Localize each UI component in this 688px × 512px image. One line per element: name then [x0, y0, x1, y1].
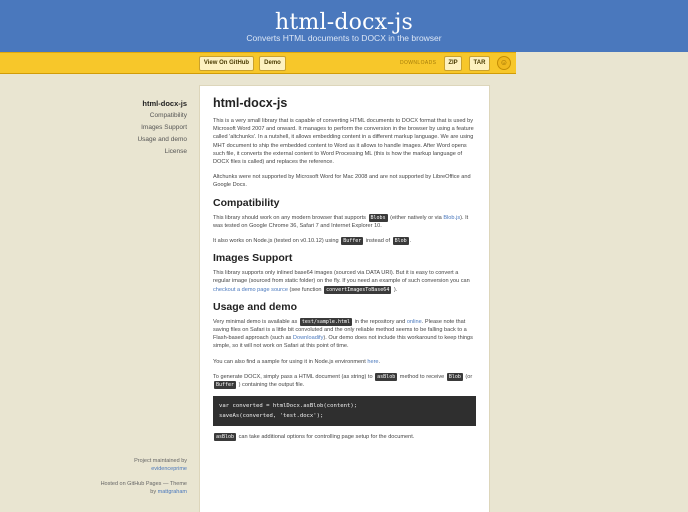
theme-author-link[interactable]: mattgraham	[158, 489, 187, 495]
site-header: html-docx-js Converts HTML documents to …	[0, 0, 688, 52]
compatibility-heading: Compatibility	[213, 196, 280, 209]
page-title: html-docx-js	[213, 96, 288, 110]
usage-paragraph-3: To generate DOCX, simply pass a HTML doc…	[213, 372, 473, 390]
node-sample-link[interactable]: here	[367, 359, 378, 365]
view-on-github-button[interactable]: View On GitHub	[199, 56, 254, 71]
intro-paragraph: This is a very small library that is cap…	[213, 118, 474, 166]
buffer-code-2: Buffer	[214, 381, 237, 390]
tar-download-button[interactable]: TAR	[469, 56, 490, 71]
sidebar-item-html-docx-js[interactable]: html-docx-js	[110, 98, 187, 110]
by-text: by	[150, 488, 157, 495]
demo-source-link[interactable]: checkout a demo page source	[213, 287, 288, 293]
code-line-1: var converted = htmlDocx.asBlob(content)…	[219, 403, 358, 410]
hosted-on-text: Hosted on GitHub Pages — Theme	[100, 481, 187, 487]
main-content: html-docx-js This is a very small librar…	[199, 85, 490, 512]
blobjs-link[interactable]: Blob.js	[443, 215, 460, 221]
compatibility-paragraph-2: It also works on Node.js (tested on v0.1…	[213, 237, 412, 246]
online-link[interactable]: online	[407, 319, 422, 325]
zip-download-button[interactable]: ZIP	[444, 56, 462, 71]
site-subtitle: Converts HTML documents to DOCX in the b…	[246, 33, 442, 43]
usage-paragraph-4: asBlob can take additional options for c…	[214, 433, 415, 442]
buffer-code: Buffer	[341, 237, 364, 246]
blob-code: Blob	[392, 237, 409, 246]
sidebar-item-license[interactable]: License	[110, 146, 187, 158]
blobs-code: Blobs	[368, 213, 388, 222]
maintained-by-text: Project maintained by	[134, 458, 187, 464]
sidebar-item-compatibility[interactable]: Compatibility	[110, 110, 187, 122]
altchunks-note: Altchunks were not supported by Microsof…	[213, 174, 471, 189]
demo-button[interactable]: Demo	[259, 56, 286, 71]
blob-code-2: Blob	[446, 372, 463, 381]
download-bar: View On GitHub Demo DOWNLOADS ZIP TAR ☺	[0, 52, 516, 74]
sidebar-item-images-support[interactable]: Images Support	[110, 122, 187, 134]
usage-heading: Usage and demo	[213, 300, 298, 313]
maintainer-link[interactable]: evidenceprime	[96, 466, 187, 474]
asblob-code: asBlob	[375, 372, 398, 381]
images-support-paragraph: This library supports only inlined base6…	[213, 270, 470, 294]
sidebar-item-usage-and-demo[interactable]: Usage and demo	[110, 134, 187, 146]
sidebar-nav: html-docx-js Compatibility Images Suppor…	[110, 98, 187, 158]
downloadify-link[interactable]: Downloadify	[293, 335, 323, 341]
usage-paragraph-1: Very minimal demo is available as test/s…	[213, 317, 473, 350]
downloads-label: DOWNLOADS	[400, 60, 437, 66]
site-title: html-docx-js	[275, 10, 413, 35]
convert-images-code: convertImagesToBase64	[324, 285, 392, 294]
asblob-code-2: asBlob	[214, 433, 237, 442]
code-line-2: saveAs(converted, 'test.docx');	[219, 413, 324, 420]
compatibility-paragraph-1: This library should work on any modern b…	[213, 213, 469, 229]
sidebar-footer: Project maintained by evidenceprime Host…	[96, 458, 187, 496]
sample-html-code: test/sample.html	[299, 317, 352, 326]
octocat-icon[interactable]: ☺	[497, 56, 511, 70]
code-block: var converted = htmlDocx.asBlob(content)…	[213, 396, 476, 427]
images-support-heading: Images Support	[213, 252, 293, 265]
usage-paragraph-2: You can also find a sample for using it …	[213, 358, 381, 365]
